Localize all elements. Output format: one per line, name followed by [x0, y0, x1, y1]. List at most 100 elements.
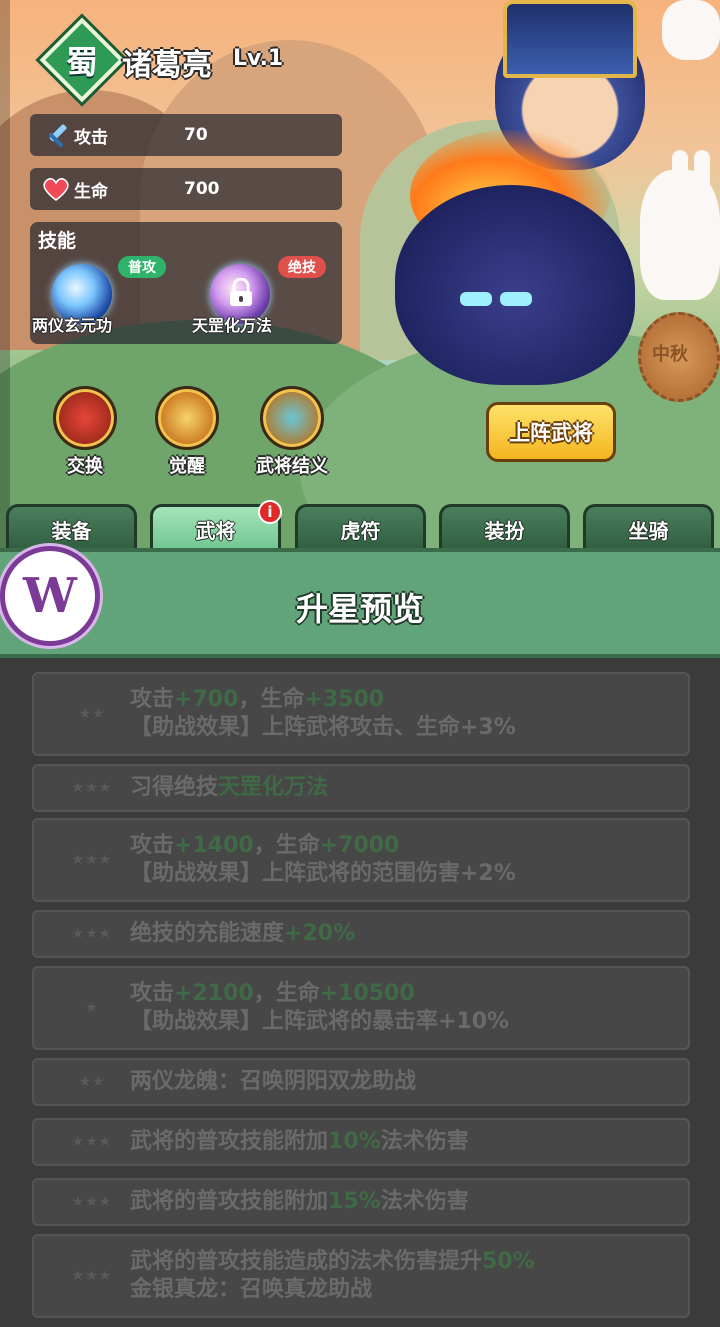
star-preview-text: 攻击+2100，生命+10500 【助战效果】上阵武将的暴击率+10%: [130, 980, 509, 1036]
star-rank-icon: ★★★: [71, 1134, 113, 1150]
armor-icon: [155, 386, 219, 450]
hp-label: 生命: [74, 181, 108, 202]
text-segment: ，生命: [253, 981, 320, 1006]
hero-level: Lv.1: [233, 46, 284, 71]
lock-icon: [230, 278, 252, 306]
text-segment: 法术伤害: [380, 1189, 469, 1214]
text-segment: 15%: [328, 1189, 381, 1214]
star-preview-row: ★★★ 武将的普攻技能附加15%法术伤害: [32, 1178, 690, 1226]
hp-stat: 生命 700: [30, 168, 342, 210]
star-preview-row: ★★ 攻击+700，生命+3500 【助战效果】上阵武将攻击、生命+3%: [32, 672, 690, 756]
star-preview-row: ★★★ 习得绝技天罡化万法: [32, 764, 690, 812]
swap-button[interactable]: 交换: [50, 386, 120, 478]
text-segment: ，生命: [253, 833, 320, 858]
skill-title: 技能: [38, 230, 77, 252]
star-preview-text: 绝技的充能速度+20%: [130, 920, 355, 948]
bond-button[interactable]: 武将结义: [252, 386, 332, 478]
star-preview-text: 攻击+1400，生命+7000 【助战效果】上阵武将的范围伤害+2%: [130, 832, 516, 888]
star-preview-line: 武将的普攻技能造成的法术伤害提升50%: [130, 1248, 535, 1276]
text-segment: 10%: [328, 1129, 381, 1154]
star-preview-text: 习得绝技天罡化万法: [130, 774, 328, 802]
faction-label: 蜀: [65, 43, 98, 81]
text-segment: 攻击: [130, 687, 175, 712]
star-rank-icon: ★★★: [71, 1194, 113, 1210]
mooncake-label: 中秋: [652, 344, 688, 365]
star-rank-icon: ★★★: [71, 852, 113, 868]
star-preview-list: ★★ 攻击+700，生命+3500 【助战效果】上阵武将攻击、生命+3% ★★★ 习得绝…: [0, 658, 720, 1327]
star-rank-icon: ★★★: [71, 1268, 113, 1284]
text-segment: +3500: [304, 687, 385, 712]
text-segment: 法术伤害: [380, 1129, 469, 1154]
warrior-icon: [53, 386, 117, 450]
star-preview-row: ★★★ 绝技的充能速度+20%: [32, 910, 690, 958]
star-rank-icon: ★★: [78, 706, 106, 722]
text-segment: 50%: [482, 1249, 535, 1274]
star-preview-line: 习得绝技天罡化万法: [130, 774, 328, 802]
text-segment: 天罡化万法: [218, 775, 329, 800]
star-preview-row: ★★★ 武将的普攻技能附加10%法术伤害: [32, 1118, 690, 1166]
star-preview-text: 武将的普攻技能造成的法术伤害提升50% 金银真龙：召唤真龙助战: [130, 1248, 535, 1304]
bond-label: 武将结义: [256, 456, 328, 477]
text-segment: 两仪龙魄：召唤阴阳双龙助战: [130, 1069, 417, 1094]
bunny-companion-small: [662, 0, 720, 60]
text-segment: ，生命: [238, 687, 305, 712]
text-segment: +700: [174, 687, 239, 712]
text-segment: 武将的普攻技能附加: [130, 1189, 329, 1214]
star-rank-icon: ★★★: [71, 780, 113, 796]
tab-mount[interactable]: 坐骑: [583, 504, 714, 552]
awaken-label: 觉醒: [169, 456, 205, 477]
text-segment: 习得绝技: [130, 775, 219, 800]
star-preview-line: 武将的普攻技能附加15%法术伤害: [130, 1188, 469, 1216]
star-rank-icon: ★★: [78, 1074, 106, 1090]
text-segment: 绝技的充能速度: [130, 921, 285, 946]
bunny-companion: [640, 170, 720, 300]
star-preview-line: 攻击+700，生命+3500: [130, 686, 516, 714]
star-preview-text: 两仪龙魄：召唤阴阳双龙助战: [130, 1068, 416, 1096]
text-segment: 攻击: [130, 981, 175, 1006]
text-segment: +7000: [319, 833, 400, 858]
attack-value: 70: [184, 125, 208, 145]
creature-eye: [460, 292, 492, 306]
star-preview-row: ★★★ 攻击+1400，生命+7000 【助战效果】上阵武将的范围伤害+2%: [32, 818, 690, 902]
star-preview-line: 两仪龙魄：召唤阴阳双龙助战: [130, 1068, 416, 1096]
tab-notification-badge: i: [258, 500, 282, 524]
star-preview-text: 武将的普攻技能附加15%法术伤害: [130, 1188, 469, 1216]
tab-bar: 装备 武将 虎符 装扮 坐骑: [0, 504, 720, 552]
hp-value: 700: [184, 179, 220, 199]
scene-edge-shadow: [0, 0, 10, 560]
ultimate-skill-name: 天罡化万法: [192, 316, 273, 335]
swap-label: 交换: [67, 456, 103, 477]
ultimate-tag: 绝技: [278, 256, 326, 278]
star-preview-line: 【助战效果】上阵武将攻击、生命+3%: [130, 715, 516, 740]
awaken-button[interactable]: 觉醒: [152, 386, 222, 478]
watermark-logo: W: [0, 546, 100, 646]
deploy-hero-button[interactable]: 上阵武将: [486, 402, 616, 462]
tab-outfit[interactable]: 装扮: [439, 504, 570, 552]
text-segment: +10500: [319, 981, 415, 1006]
star-preview-line: 金银真龙：召唤真龙助战: [130, 1277, 373, 1302]
star-preview-row: ★ 攻击+2100，生命+10500 【助战效果】上阵武将的暴击率+10%: [32, 966, 690, 1050]
star-preview-text: 武将的普攻技能附加10%法术伤害: [130, 1128, 469, 1156]
text-segment: 武将的普攻技能附加: [130, 1129, 329, 1154]
mount-creature: [395, 185, 635, 385]
normal-attack-tag: 普攻: [118, 256, 166, 278]
skill-panel: 技能 普攻 绝技 两仪玄元功 天罡化万法: [30, 222, 342, 344]
modal-header: 升星预览: [0, 548, 720, 658]
altar-icon: [260, 386, 324, 450]
tab-tally[interactable]: 虎符: [295, 504, 426, 552]
star-preview-line: 攻击+2100，生命+10500: [130, 980, 509, 1008]
star-preview-line: 【助战效果】上阵武将的范围伤害+2%: [130, 861, 516, 886]
star-preview-line: 武将的普攻技能附加10%法术伤害: [130, 1128, 469, 1156]
text-segment: 武将的普攻技能造成的法术伤害提升: [130, 1249, 483, 1274]
tab-equipment[interactable]: 装备: [6, 504, 137, 552]
star-preview-row: ★★★ 武将的普攻技能造成的法术伤害提升50% 金银真龙：召唤真龙助战: [32, 1234, 690, 1318]
star-preview-line: 【助战效果】上阵武将的暴击率+10%: [130, 1009, 510, 1034]
modal-title: 升星预览: [295, 590, 424, 628]
text-segment: +1400: [174, 833, 254, 858]
hero-crown: [503, 0, 637, 78]
star-rank-icon: ★★★: [71, 926, 113, 942]
star-rank-icon: ★: [85, 1000, 99, 1016]
star-preview-row: ★★ 两仪龙魄：召唤阴阳双龙助战: [32, 1058, 690, 1106]
star-preview-text: 攻击+700，生命+3500 【助战效果】上阵武将攻击、生命+3%: [130, 686, 516, 742]
hero-name: 诸葛亮: [122, 48, 212, 83]
